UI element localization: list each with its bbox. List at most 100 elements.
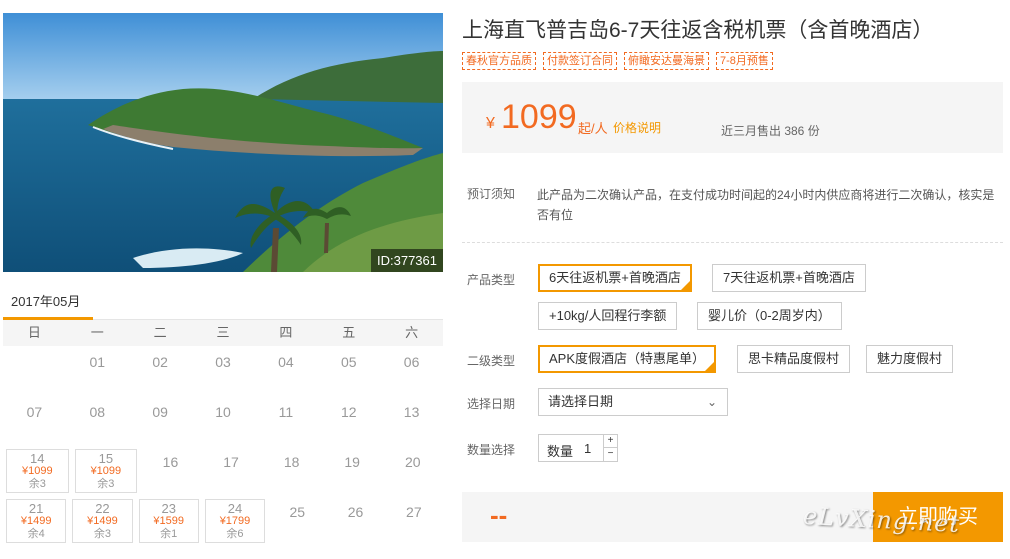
calendar-month-tab[interactable]: 2017年05月 (3, 284, 93, 320)
product-type-option-infant[interactable]: 婴儿价（0-2周岁内） (697, 302, 842, 330)
calendar-day: 12 (340, 404, 357, 420)
product-type-option-6day[interactable]: 6天往返机票+首晚酒店 (538, 264, 692, 292)
price-unit: 起/人 (578, 121, 608, 136)
calendar-grid: 01 02 03 04 05 06 07 08 09 10 11 12 13 14 ¥1099 余3 15 ¥10… (3, 346, 443, 546)
calendar-day: 20 (404, 454, 421, 470)
day-number: 22 (95, 501, 110, 516)
day-price: ¥1599 (153, 515, 184, 527)
quantity-value[interactable]: 1 (584, 441, 591, 456)
calendar-day: 04 (278, 354, 294, 370)
calendar-day: 07 (26, 404, 43, 420)
calendar-week-row: 21 ¥1499 余4 22 ¥1499 余3 23 ¥1599 余1 24 ¥1799 余6 25 26… (3, 496, 443, 546)
date-select-value: 请选择日期 (548, 394, 614, 409)
calendar-week-row: 07 08 09 10 11 12 13 (3, 396, 443, 446)
calendar-day: 09 (152, 404, 168, 420)
day-price: ¥1799 (219, 515, 251, 527)
sales-count: 近三月售出 386 份 (721, 124, 820, 138)
calendar-day: 16 (162, 454, 179, 470)
calendar-week-row: 01 02 03 04 05 06 (3, 346, 443, 396)
calendar-weekday-header: 日 一 二 三 四 五 六 (3, 320, 443, 346)
sub-type-option-apk[interactable]: APK度假酒店（特惠尾单） (538, 345, 717, 373)
price-amount: 1099 (501, 98, 577, 136)
day-remaining: 余4 (27, 528, 45, 540)
calendar-day: 11 (278, 404, 294, 420)
calendar-day: 10 (215, 404, 231, 420)
quantity-inner-label: 数量 (547, 444, 574, 459)
feature-tag: 俯瞰安达曼海景 (624, 52, 709, 70)
price-explanation-link[interactable]: 价格说明 (613, 119, 661, 136)
day-price: ¥1499 (87, 515, 118, 527)
day-remaining: 余3 (93, 528, 111, 540)
calendar-day: 27 (406, 504, 422, 520)
photo-id-label: ID:377361 (371, 249, 443, 272)
calendar-day: 06 (403, 354, 420, 370)
weekday-label: 六 (405, 325, 419, 340)
day-price: ¥1099 (21, 465, 53, 477)
product-photo: ID:377361 (3, 13, 443, 272)
day-remaining: 余1 (160, 528, 178, 540)
day-price: ¥1499 (20, 515, 52, 527)
sub-type-option-meili[interactable]: 魅力度假村 (866, 345, 954, 373)
quantity-label: 数量选择 (467, 443, 516, 457)
calendar-month-tabs: 2017年05月 (3, 284, 443, 320)
day-remaining: 余6 (226, 528, 244, 540)
sub-type-option-sika[interactable]: 思卡精品度假村 (737, 345, 851, 373)
total-price: -- (490, 500, 508, 530)
day-price: ¥1099 (90, 465, 122, 477)
calendar-day: 13 (403, 404, 420, 420)
product-tags: 春秋官方品质 付款签订合同 俯瞰安达曼海景 7-8月预售 (462, 52, 773, 70)
seascape-illustration (3, 13, 443, 272)
calendar-day: 02 (152, 354, 168, 370)
calendar-day-available[interactable]: 21 ¥1499 余4 (6, 499, 67, 543)
calendar-day: 05 (340, 354, 357, 370)
product-title: 上海直飞普吉岛6-7天往返含税机票（含首晚酒店） (462, 19, 934, 42)
sub-type-label: 二级类型 (467, 354, 516, 368)
currency-symbol: ¥ (486, 115, 495, 132)
booking-notice-text: 此产品为二次确认产品，在支付成功时间起的24小时内供应商将进行二次确认，核实是否… (537, 188, 995, 222)
weekday-label: 二 (153, 325, 167, 340)
section-divider (462, 242, 1003, 243)
feature-tag: 7-8月预售 (716, 52, 773, 70)
calendar-day: 03 (215, 354, 231, 370)
increment-button[interactable]: + (603, 435, 617, 448)
day-number: 21 (28, 501, 44, 516)
calendar-day-available[interactable]: 24 ¥1799 余6 (204, 499, 266, 543)
buy-now-button[interactable]: 立即购买 (873, 492, 1003, 542)
day-number: 15 (98, 451, 114, 466)
date-select[interactable]: 请选择日期 ⌄ (538, 388, 728, 416)
calendar-day: 18 (283, 454, 300, 470)
day-remaining: 余3 (97, 478, 115, 490)
weekday-label: 三 (216, 325, 230, 340)
weekday-label: 五 (342, 325, 356, 340)
calendar-day-available[interactable]: 22 ¥1499 余3 (72, 499, 133, 543)
calendar-day: 19 (344, 454, 360, 470)
calendar-day-available[interactable]: 14 ¥1099 余3 (6, 449, 69, 493)
calendar-day (3, 346, 66, 396)
weekday-label: 一 (90, 325, 104, 340)
day-number: 14 (30, 451, 45, 466)
product-type-label: 产品类型 (467, 273, 516, 287)
calendar-day: 26 (347, 504, 364, 520)
calendar-day: 17 (223, 454, 239, 470)
product-type-option-7day[interactable]: 7天往返机票+首晚酒店 (712, 264, 866, 292)
product-type-option-luggage[interactable]: +10kg/人回程行李额 (538, 302, 678, 330)
calendar-day-available[interactable]: 15 ¥1099 余3 (74, 449, 138, 493)
calendar-day: 25 (289, 504, 306, 520)
price-panel: ¥ 1099 起/人 价格说明 近三月售出 386 份 (462, 82, 1003, 153)
quantity-stepper[interactable]: 数量 1 + − (538, 434, 618, 462)
calendar-day: 01 (89, 354, 106, 370)
purchase-bar: -- 立即购买 (462, 492, 1003, 542)
calendar-day: 08 (89, 404, 106, 420)
booking-notice-label: 预订须知 (467, 187, 516, 201)
weekday-label: 日 (27, 325, 41, 340)
calendar-day-available[interactable]: 23 ¥1599 余1 (138, 499, 199, 543)
date-label: 选择日期 (467, 397, 516, 411)
decrement-button[interactable]: − (603, 448, 617, 461)
day-number: 24 (227, 501, 243, 516)
calendar-week-row: 14 ¥1099 余3 15 ¥1099 余3 16 17 18 19 20 (3, 446, 443, 496)
feature-tag: 付款签订合同 (543, 52, 617, 70)
day-remaining: 余3 (28, 478, 46, 490)
chevron-down-icon: ⌄ (706, 395, 717, 409)
day-number: 23 (161, 501, 176, 516)
feature-tag: 春秋官方品质 (462, 52, 536, 70)
